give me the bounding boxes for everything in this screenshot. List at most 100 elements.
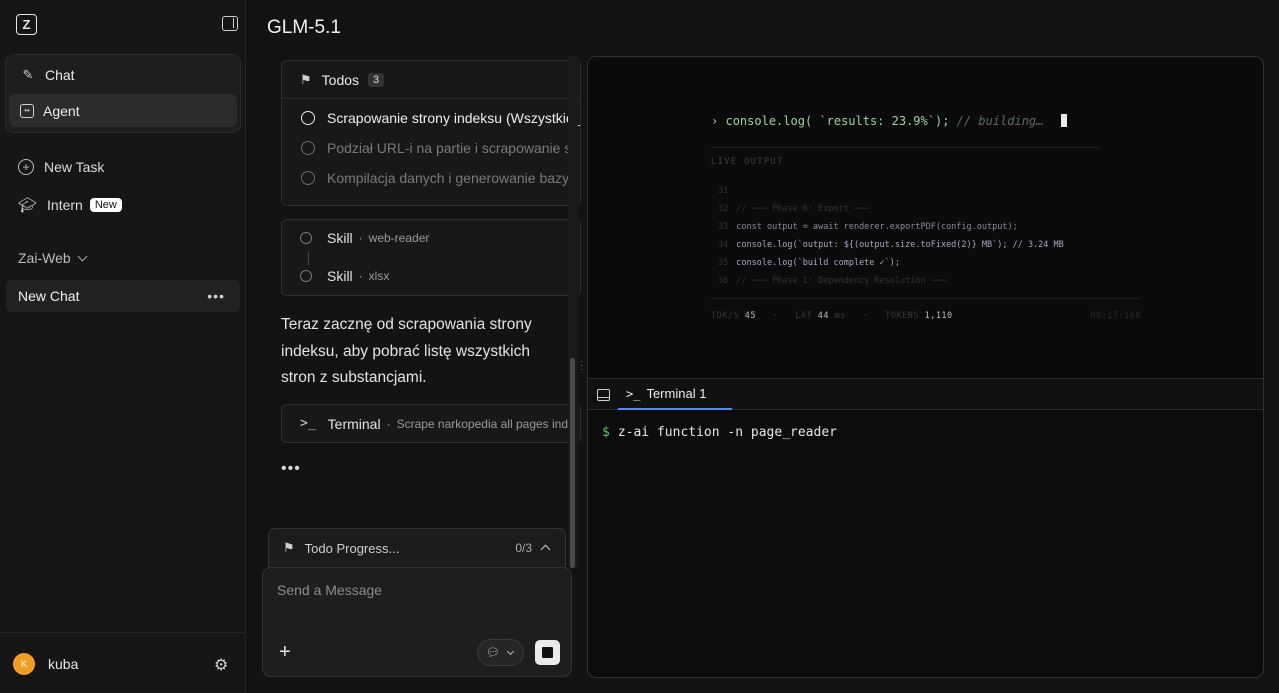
preview-comment: // building… — [956, 114, 1044, 128]
skill-item[interactable]: Skill · xlsx — [300, 268, 389, 284]
terminal-call-label: Terminal — [327, 415, 381, 432]
graduation-cap-icon: 🎓︎ — [18, 197, 38, 214]
mode-chat[interactable]: ✎ Chat — [9, 58, 237, 91]
gear-icon[interactable]: ⚙ — [214, 655, 228, 675]
todo-progress-bar[interactable]: ⚑ Todo Progress... 0/3 — [268, 528, 566, 568]
todo-progress-fraction: 0/3 — [515, 541, 532, 555]
chat-title: New Chat — [18, 288, 80, 304]
code-line: 31 — [718, 186, 729, 196]
skill-name: web-reader — [368, 231, 430, 245]
todo-label: Scrapowanie strony indeksu (Wszystkie_ — [327, 110, 581, 126]
todo-item: Scrapowanie strony indeksu (Wszystkie_ — [282, 103, 580, 133]
chevron-up-icon[interactable] — [540, 544, 551, 555]
live-output-label: LIVE OUTPUT — [711, 157, 784, 167]
scrollbar-thumb[interactable] — [570, 358, 575, 568]
todos-title: Todos — [321, 71, 360, 88]
more-options-icon[interactable]: ••• — [207, 288, 225, 304]
message-composer: + 💬︎ — [262, 567, 572, 677]
text-cursor — [1060, 114, 1067, 127]
add-attachment-icon[interactable]: + — [279, 642, 291, 662]
new-task-label: New Task — [44, 159, 105, 175]
code-line: 33 const output = await renderer.exportPD… — [718, 222, 1018, 232]
panel-toggle-icon[interactable] — [597, 389, 610, 401]
mode-switcher: ✎ Chat •• Agent — [5, 54, 241, 133]
new-badge: New — [89, 198, 122, 212]
plus-icon: + — [18, 159, 34, 175]
stat-label: TOK/S — [711, 311, 740, 321]
divider — [711, 147, 1101, 148]
stat-time: 08:17:168 — [1090, 311, 1141, 321]
new-task-button[interactable]: + New Task — [18, 159, 104, 175]
code-line: 34 console.log(`output: ${(output.size.to… — [718, 240, 1064, 250]
divider — [711, 298, 1141, 299]
robot-icon: •• — [20, 103, 34, 118]
code-line: 36// ─── Phase 1: Dependency Resolution … — [718, 276, 947, 286]
user-footer: K kuba ⚙ — [0, 632, 246, 693]
todo-label: Kompilacja danych i generowanie bazy — [327, 170, 570, 186]
stats-bar: TOK/S 45 · LAT 44 ms · TOKENS 1,110 08:1… — [711, 311, 1141, 321]
flag-icon: ⚑ — [300, 71, 312, 87]
chat-column: ⚑ Todos 3 Scrapowanie strony indeksu (Ws… — [262, 56, 582, 693]
search-icon — [300, 232, 312, 244]
stat-label: TOKENS — [885, 311, 919, 321]
terminal-command: z-ai function -n page_reader — [617, 425, 837, 440]
todo-progress-label: Todo Progress... — [304, 540, 400, 556]
assistant-message: Teraz zacznę od scrapowania strony indek… — [281, 316, 532, 386]
search-icon — [300, 270, 312, 282]
zai-logo-icon[interactable]: Z — [16, 14, 37, 35]
terminal-tab-label: Terminal 1 — [646, 386, 707, 401]
todo-item: Kompilacja danych i generowanie bazy — [282, 163, 580, 193]
terminal-icon: >_ — [300, 416, 316, 431]
chat-list-item[interactable]: New Chat ••• — [6, 280, 240, 312]
skills-card: Skill · web-reader Skill · xlsx — [281, 219, 581, 296]
terminal-tabs: >_ Terminal 1 — [588, 379, 1263, 410]
resize-handle-icon[interactable]: · · · — [580, 357, 583, 375]
workspace-label: Zai-Web — [18, 250, 71, 266]
circle-icon — [301, 111, 315, 125]
todos-header[interactable]: ⚑ Todos 3 — [282, 61, 580, 99]
skill-label: Skill — [327, 268, 353, 284]
terminal-call-card[interactable]: >_ Terminal · Scrape narkopedia all page… — [281, 404, 581, 443]
terminal-icon: >_ — [626, 386, 641, 401]
circle-icon — [301, 171, 315, 185]
sidebar-toggle-icon[interactable] — [222, 16, 238, 31]
live-output-code: 31 32// ─── Phase 6: Export ─── 33 const … — [718, 182, 1064, 290]
workspace-panel: › console.log( `results: 23.9%`); // bui… — [587, 56, 1264, 678]
intern-link[interactable]: 🎓︎ Intern New — [18, 196, 122, 214]
todo-label: Podział URL-i na partie i scrapowanie sz — [327, 140, 579, 156]
stop-icon — [542, 647, 553, 658]
workspace-section[interactable]: Zai-Web — [18, 250, 88, 266]
stat-value: 45 — [744, 311, 756, 321]
terminal-output[interactable]: $ z-ai function -n page_reader — [602, 425, 837, 440]
skill-name: xlsx — [368, 269, 390, 283]
model-title[interactable]: GLM-5.1 — [267, 17, 341, 39]
username[interactable]: kuba — [48, 656, 78, 672]
circle-icon — [301, 141, 315, 155]
stat-label: LAT — [795, 311, 813, 321]
stop-button[interactable] — [535, 640, 560, 665]
mode-selector[interactable]: 💬︎ — [477, 639, 524, 666]
mode-agent-label: Agent — [43, 102, 80, 119]
avatar[interactable]: K — [13, 653, 35, 675]
intern-label: Intern — [47, 197, 83, 213]
mode-agent[interactable]: •• Agent — [9, 94, 237, 127]
stat-value: 44 — [817, 311, 830, 321]
preview-main-line: › console.log( `results: 23.9%`); // bui… — [711, 114, 1067, 128]
preview-pane: › console.log( `results: 23.9%`); // bui… — [588, 57, 1263, 379]
preview-code: console.log( `results: 23.9%`); — [725, 114, 950, 128]
tab-terminal-1[interactable]: >_ Terminal 1 — [618, 379, 732, 410]
todos-count-badge: 3 — [368, 72, 385, 87]
connector-line — [308, 251, 309, 265]
skill-item[interactable]: Skill · web-reader — [300, 230, 429, 246]
sidebar: Z ✎ Chat •• Agent + New Task 🎓︎ Intern N… — [0, 0, 246, 693]
edit-icon: ✎ — [22, 66, 34, 82]
todo-item: Podział URL-i na partie i scrapowanie sz — [282, 133, 580, 163]
skill-label: Skill — [327, 230, 353, 246]
todos-card: ⚑ Todos 3 Scrapowanie strony indeksu (Ws… — [281, 60, 581, 206]
message-input[interactable] — [277, 580, 557, 600]
prompt-glyph: › — [711, 114, 719, 128]
chat-scrollbar[interactable] — [568, 56, 578, 568]
chevron-down-icon — [77, 251, 88, 261]
flag-icon: ⚑ — [283, 540, 295, 555]
stat-unit: ms — [834, 311, 846, 321]
